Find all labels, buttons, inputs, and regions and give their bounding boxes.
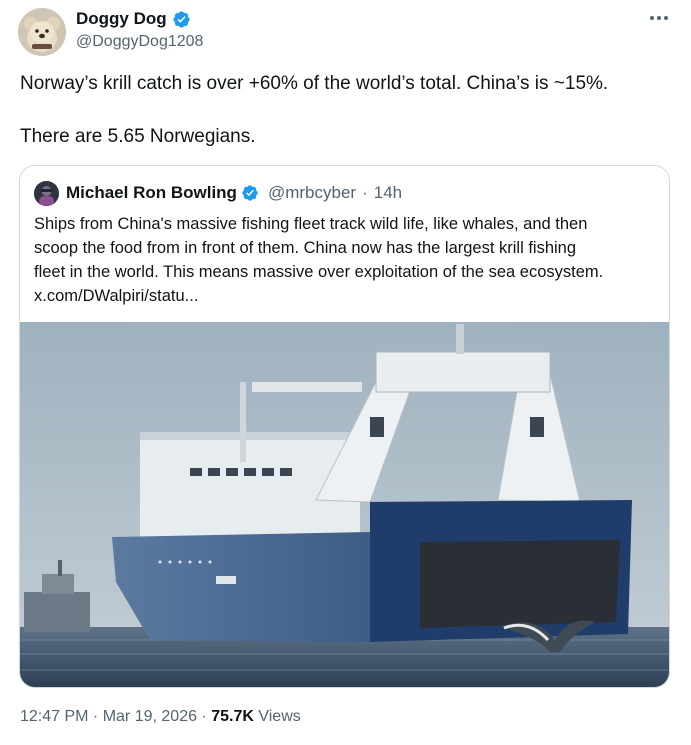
quoted-tweet-card[interactable]: Michael Ron Bowling @mrbcyber · 14h Ship… bbox=[19, 165, 670, 688]
verified-badge-icon bbox=[241, 184, 260, 203]
tweet-date[interactable]: Mar 19, 2026 bbox=[103, 708, 197, 725]
views-label: Views bbox=[253, 708, 301, 725]
tweet-text-line-2: There are 5.65 Norwegians. bbox=[20, 126, 256, 147]
tweet-meta: 12:47 PM · Mar 19, 2026 · 75.7K Views bbox=[20, 708, 301, 726]
author-avatar[interactable] bbox=[18, 8, 66, 56]
fishing-ship-photo[interactable] bbox=[20, 322, 669, 687]
meta-separator: · bbox=[196, 708, 212, 725]
quoted-handle: @mrbcyber bbox=[267, 183, 357, 202]
meta-separator: · bbox=[88, 708, 103, 725]
author-handle[interactable]: @DoggyDog1208 bbox=[76, 33, 203, 51]
quoted-author-avatar bbox=[34, 181, 59, 206]
quoted-text: Ships from China's massive fishing fleet… bbox=[34, 212, 658, 308]
quoted-separator: · bbox=[362, 183, 368, 202]
quoted-link[interactable]: x.com/DWalpiri/statu... bbox=[34, 284, 658, 308]
tweet-text-line-1: Norway’s krill catch is over +60% of the… bbox=[20, 73, 609, 94]
quoted-text-line: fleet in the world. This means massive o… bbox=[34, 263, 604, 281]
views-count[interactable]: 75.7K bbox=[211, 708, 254, 725]
quoted-name-row: Michael Ron Bowling @mrbcyber · 14h bbox=[66, 183, 402, 203]
quoted-time: 14h bbox=[373, 183, 403, 202]
quoted-display-name: Michael Ron Bowling bbox=[66, 183, 237, 202]
author-name-row: Doggy Dog bbox=[76, 9, 191, 29]
tweet-time[interactable]: 12:47 PM bbox=[20, 708, 88, 725]
author-display-name[interactable]: Doggy Dog bbox=[76, 9, 167, 29]
more-horizontal-icon[interactable] bbox=[647, 6, 671, 30]
quoted-text-line: scoop the food from in front of them. Ch… bbox=[34, 239, 577, 257]
verified-badge-icon bbox=[172, 10, 191, 29]
tweet: Doggy Dog @DoggyDog1208 Norway’s krill c… bbox=[0, 0, 691, 745]
quoted-text-line: Ships from China's massive fishing fleet… bbox=[34, 215, 588, 233]
